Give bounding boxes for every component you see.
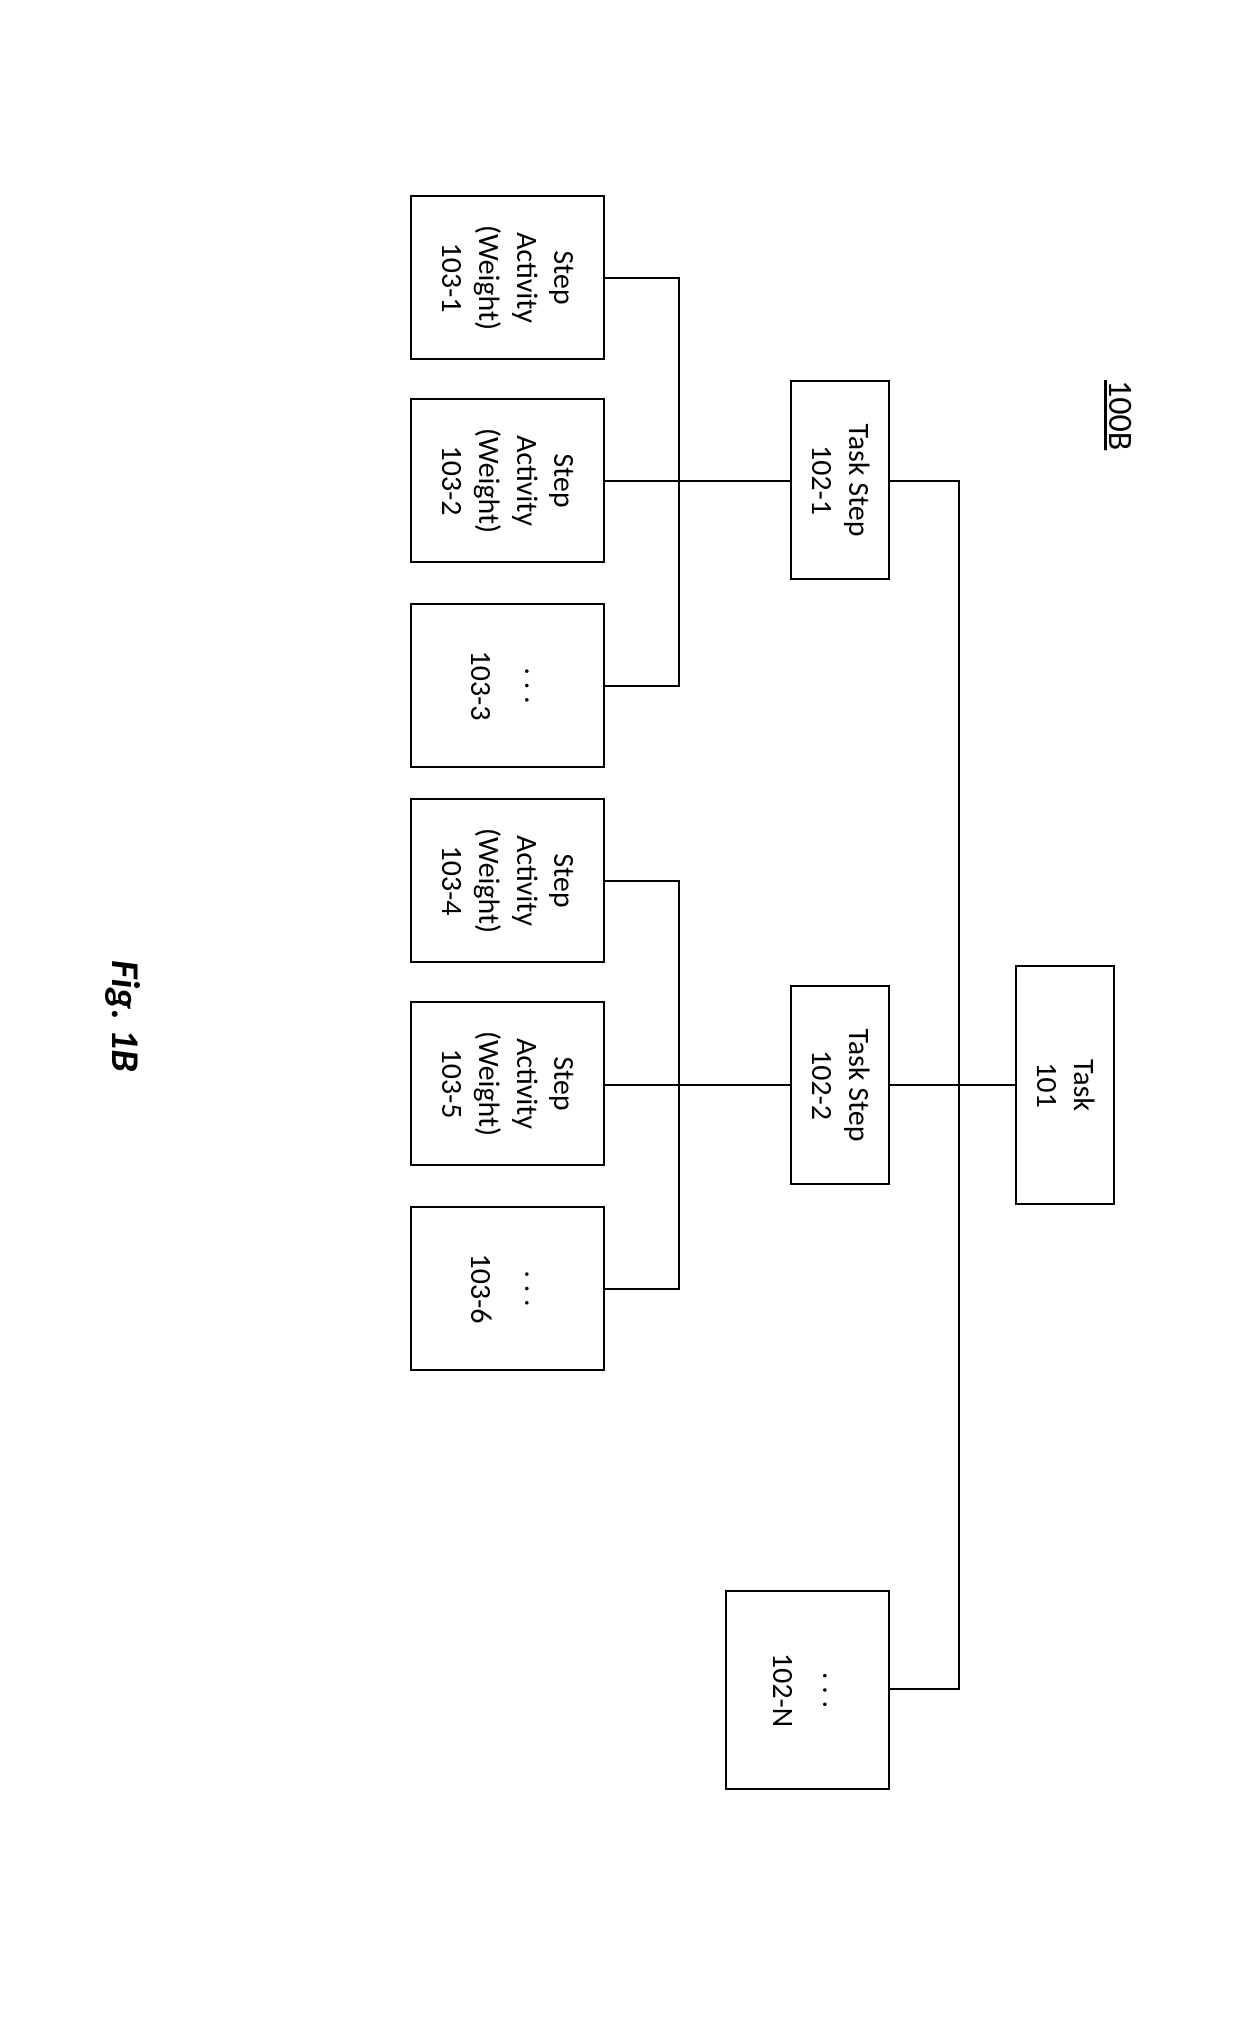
node-task-step-1: Task Step 102-1: [790, 380, 890, 580]
node-activity-3: . . . 103-3: [410, 603, 605, 768]
node-task-step-n: . . . 102-N: [725, 1590, 890, 1790]
node-ref: 103-2: [433, 445, 471, 515]
connector-line: [605, 685, 680, 687]
node-ref: 103-6: [462, 1253, 500, 1323]
node-title-line1: Step: [545, 1056, 583, 1110]
connector-line: [680, 480, 790, 482]
connector-line: [890, 1084, 960, 1086]
node-ref: 103-3: [462, 650, 500, 720]
connector-line: [605, 277, 680, 279]
node-ref: 102-1: [803, 445, 841, 515]
node-title-line1: Step: [545, 250, 583, 304]
connector-line: [890, 480, 960, 482]
node-activity-1: Step Activity (Weight) 103-1: [410, 195, 605, 360]
node-title-line3: (Weight): [470, 1031, 508, 1136]
node-title-line2: Activity: [508, 232, 546, 323]
node-ref: 102-2: [803, 1050, 841, 1120]
connector-line: [890, 1688, 960, 1690]
connector-line: [605, 1288, 680, 1290]
connector-line: [605, 880, 680, 882]
node-title-line1: Step: [545, 453, 583, 507]
node-task-step-2: Task Step 102-2: [790, 985, 890, 1185]
node-title-line2: Activity: [508, 1038, 546, 1129]
node-ref: 101: [1028, 1062, 1066, 1108]
node-title-line3: (Weight): [470, 428, 508, 533]
node-title: Task Step: [840, 424, 878, 537]
node-ellipsis: . . .: [516, 1270, 554, 1306]
connector-line: [960, 1084, 1015, 1086]
connector-line: [680, 1084, 790, 1086]
node-ref: 103-1: [433, 242, 471, 312]
node-title-line3: (Weight): [470, 828, 508, 933]
node-ref: 102-N: [764, 1653, 802, 1727]
node-title-line3: (Weight): [470, 225, 508, 330]
node-title-line2: Activity: [508, 835, 546, 926]
node-title-line1: Step: [545, 853, 583, 907]
diagram-canvas: 100B Fig. 1B Task 101 Task Step 102-1 Ta…: [0, 0, 1240, 2035]
node-ellipsis: . . .: [516, 667, 554, 703]
node-activity-4: Step Activity (Weight) 103-4: [410, 798, 605, 963]
node-activity-5: Step Activity (Weight) 103-5: [410, 1001, 605, 1166]
figure-caption: Fig. 1B: [101, 960, 150, 1072]
node-activity-6: . . . 103-6: [410, 1206, 605, 1371]
node-activity-2: Step Activity (Weight) 103-2: [410, 398, 605, 563]
connector-line: [605, 480, 680, 482]
connector-line: [678, 277, 680, 687]
diagram-label: 100B: [1099, 380, 1140, 450]
node-ref: 103-4: [433, 845, 471, 915]
node-title: Task Step: [840, 1029, 878, 1142]
node-task-root: Task 101: [1015, 965, 1115, 1205]
connector-line: [605, 1084, 680, 1086]
node-title: Task: [1065, 1059, 1103, 1111]
node-ref: 103-5: [433, 1048, 471, 1118]
node-title-line2: Activity: [508, 435, 546, 526]
node-ellipsis: . . .: [814, 1672, 852, 1708]
